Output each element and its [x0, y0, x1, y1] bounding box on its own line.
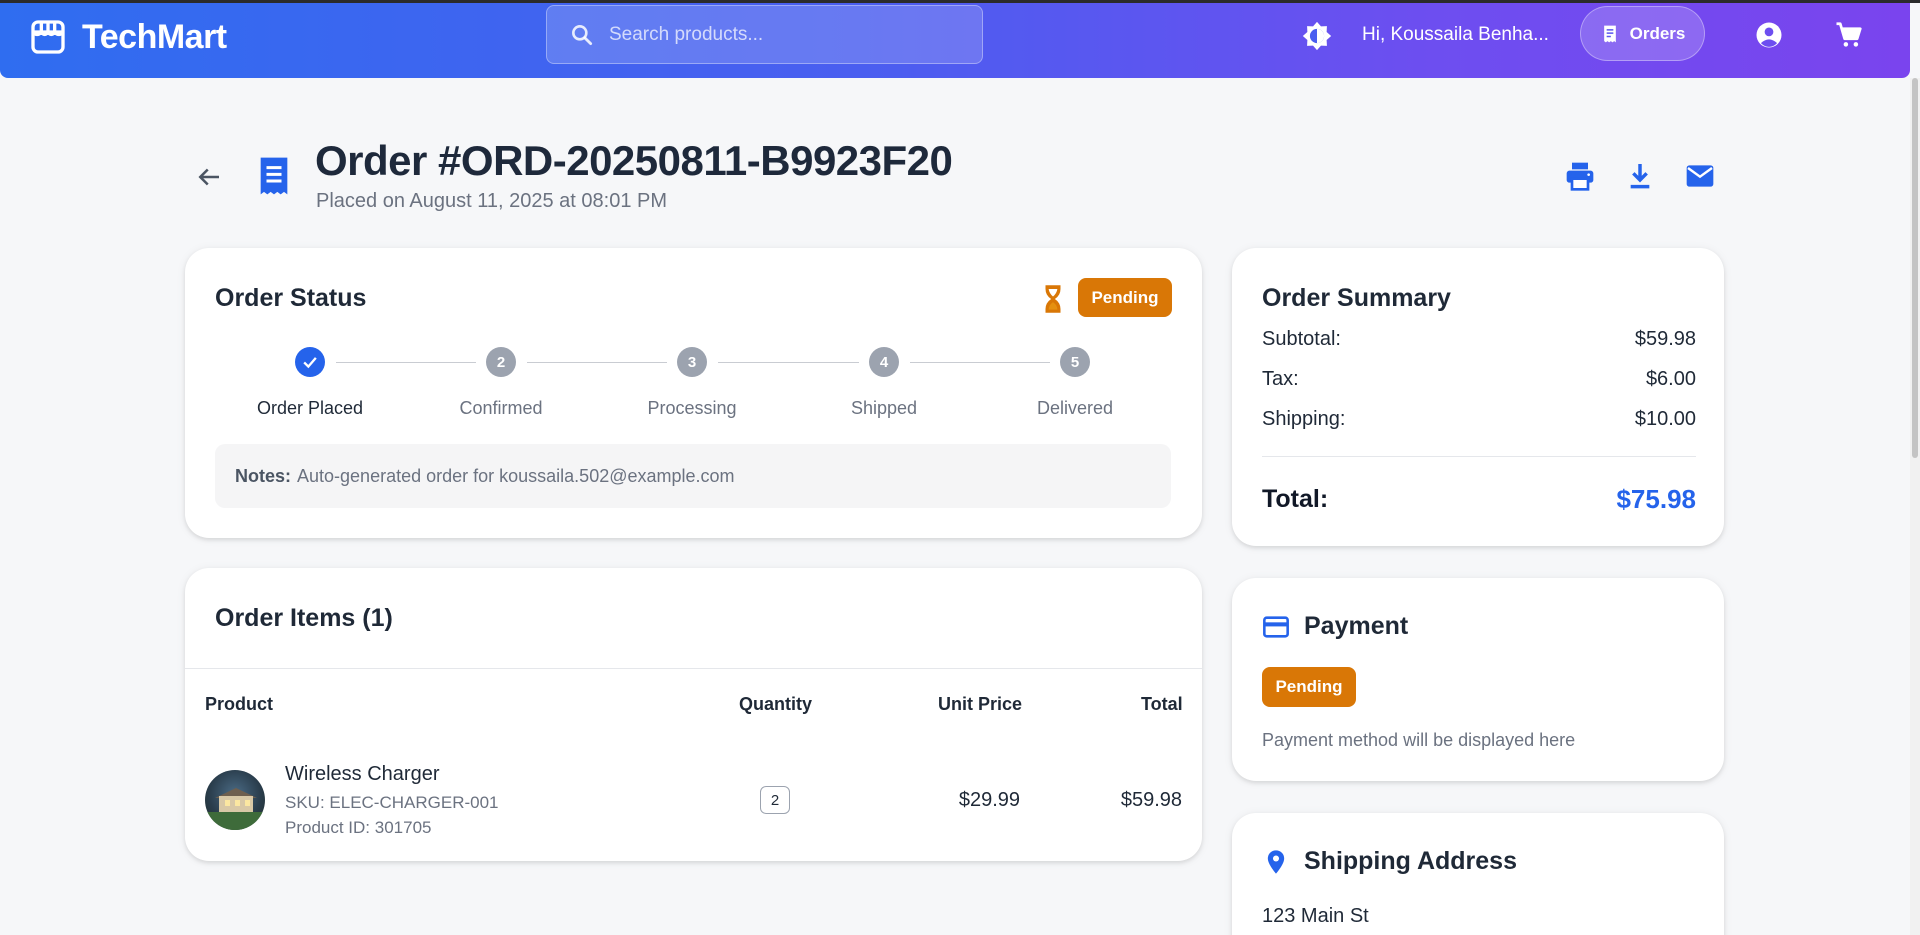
total-label: Total:: [1262, 485, 1329, 513]
order-items-title: Order Items (1): [215, 604, 393, 632]
order-date: Placed on August 11, 2025 at 08:01 PM: [316, 190, 667, 212]
receipt-icon: [1603, 25, 1616, 42]
step-label: Confirmed: [459, 398, 543, 418]
shipping-value: $10.00: [1634, 408, 1696, 430]
page-scrollbar[interactable]: [1910, 78, 1920, 935]
brand-logo[interactable]: TechMart: [28, 17, 227, 57]
column-header-unit-price: Unit Price: [938, 694, 1023, 714]
step-2-circle: 2: [486, 347, 516, 377]
orders-label: Orders: [1629, 23, 1686, 43]
step-connector: [336, 362, 476, 363]
order-summary-card: Order Summary Subtotal: $59.98 Tax: $6.0…: [1232, 248, 1724, 546]
step-connector: [910, 362, 1050, 363]
step-label: Delivered: [1036, 398, 1114, 418]
step-1-complete: [295, 347, 325, 377]
brand-name: TechMart: [82, 17, 227, 56]
account-icon[interactable]: [1754, 20, 1784, 50]
download-icon[interactable]: [1624, 160, 1656, 192]
order-notes: Notes: Auto-generated order for koussail…: [215, 444, 1171, 508]
app-bar: TechMart Hi, Koussaila Benha... Orders: [0, 3, 1910, 78]
product-sku: SKU: ELEC-CHARGER-001: [285, 793, 499, 812]
column-header-total: Total: [1141, 694, 1183, 714]
print-icon[interactable]: [1564, 160, 1596, 192]
line-total: $59.98: [1120, 789, 1182, 811]
order-summary-title: Order Summary: [1262, 284, 1451, 312]
payment-card: Payment Pending Payment method will be d…: [1232, 578, 1724, 781]
payment-status-badge: Pending: [1262, 667, 1356, 707]
order-status-title: Order Status: [215, 284, 367, 312]
location-pin-icon: [1267, 849, 1285, 874]
notes-text: Auto-generated order for koussaila.502@e…: [297, 465, 735, 486]
subtotal-label: Subtotal:: [1262, 328, 1341, 350]
status-badge: Pending: [1078, 278, 1172, 317]
product-name[interactable]: Wireless Charger: [285, 763, 439, 786]
divider: [1262, 456, 1696, 457]
page-title: Order #ORD-20250811-B9923F20: [315, 137, 953, 184]
step-5-circle: 5: [1060, 347, 1090, 377]
step-label: Processing: [647, 398, 737, 418]
payment-heading: Payment: [1262, 612, 1408, 641]
search-input[interactable]: [609, 23, 969, 46]
unit-price: $29.99: [958, 789, 1020, 811]
shipping-heading: Shipping Address: [1262, 847, 1517, 876]
column-header-quantity: Quantity: [739, 694, 813, 714]
theme-toggle-icon[interactable]: [1300, 19, 1334, 53]
orders-button[interactable]: Orders: [1580, 6, 1705, 61]
email-icon[interactable]: [1684, 160, 1716, 192]
shipping-address-card: Shipping Address 123 Main St: [1232, 813, 1724, 935]
shipping-label: Shipping:: [1262, 408, 1346, 430]
subtotal-row: Subtotal: $59.98: [1262, 328, 1696, 351]
back-arrow-icon[interactable]: [194, 162, 224, 192]
payment-title: Payment: [1304, 612, 1409, 640]
step-label: Shipped: [850, 398, 918, 418]
step-label: Order Placed: [256, 398, 364, 418]
order-status-card: Order Status Pending Notes: Auto-generat…: [185, 248, 1202, 538]
step-connector: [527, 362, 667, 363]
divider: [185, 668, 1202, 669]
quantity-chip: 2: [760, 786, 790, 814]
shipping-row: Shipping: $10.00: [1262, 408, 1696, 431]
step-4-circle: 4: [869, 347, 899, 377]
notes-label: Notes:: [235, 465, 292, 486]
step-connector: [718, 362, 859, 363]
hourglass-icon: [1045, 285, 1061, 313]
user-greeting: Hi, Koussaila Benha...: [1362, 24, 1549, 45]
step-3-circle: 3: [677, 347, 707, 377]
search-icon: [572, 24, 593, 45]
search-bar[interactable]: [546, 5, 983, 64]
payment-note: Payment method will be displayed here: [1262, 730, 1576, 750]
check-icon: [303, 357, 317, 369]
storefront-icon: [31, 20, 65, 54]
product-id: Product ID: 301705: [285, 818, 432, 837]
column-header-product: Product: [205, 694, 274, 714]
receipt-icon: [260, 157, 288, 195]
scrollbar-thumb[interactable]: [1912, 78, 1918, 458]
address-line-1: 123 Main St: [1262, 905, 1369, 927]
tax-label: Tax:: [1262, 368, 1299, 390]
tax-row: Tax: $6.00: [1262, 368, 1696, 391]
shipping-title: Shipping Address: [1304, 847, 1517, 875]
total-row: Total: $75.98: [1262, 484, 1696, 515]
cart-icon[interactable]: [1834, 20, 1864, 50]
product-thumbnail[interactable]: [205, 770, 265, 830]
tax-value: $6.00: [1645, 368, 1696, 390]
credit-card-icon: [1263, 615, 1289, 638]
total-value: $75.98: [1616, 484, 1696, 514]
subtotal-value: $59.98: [1634, 328, 1696, 350]
